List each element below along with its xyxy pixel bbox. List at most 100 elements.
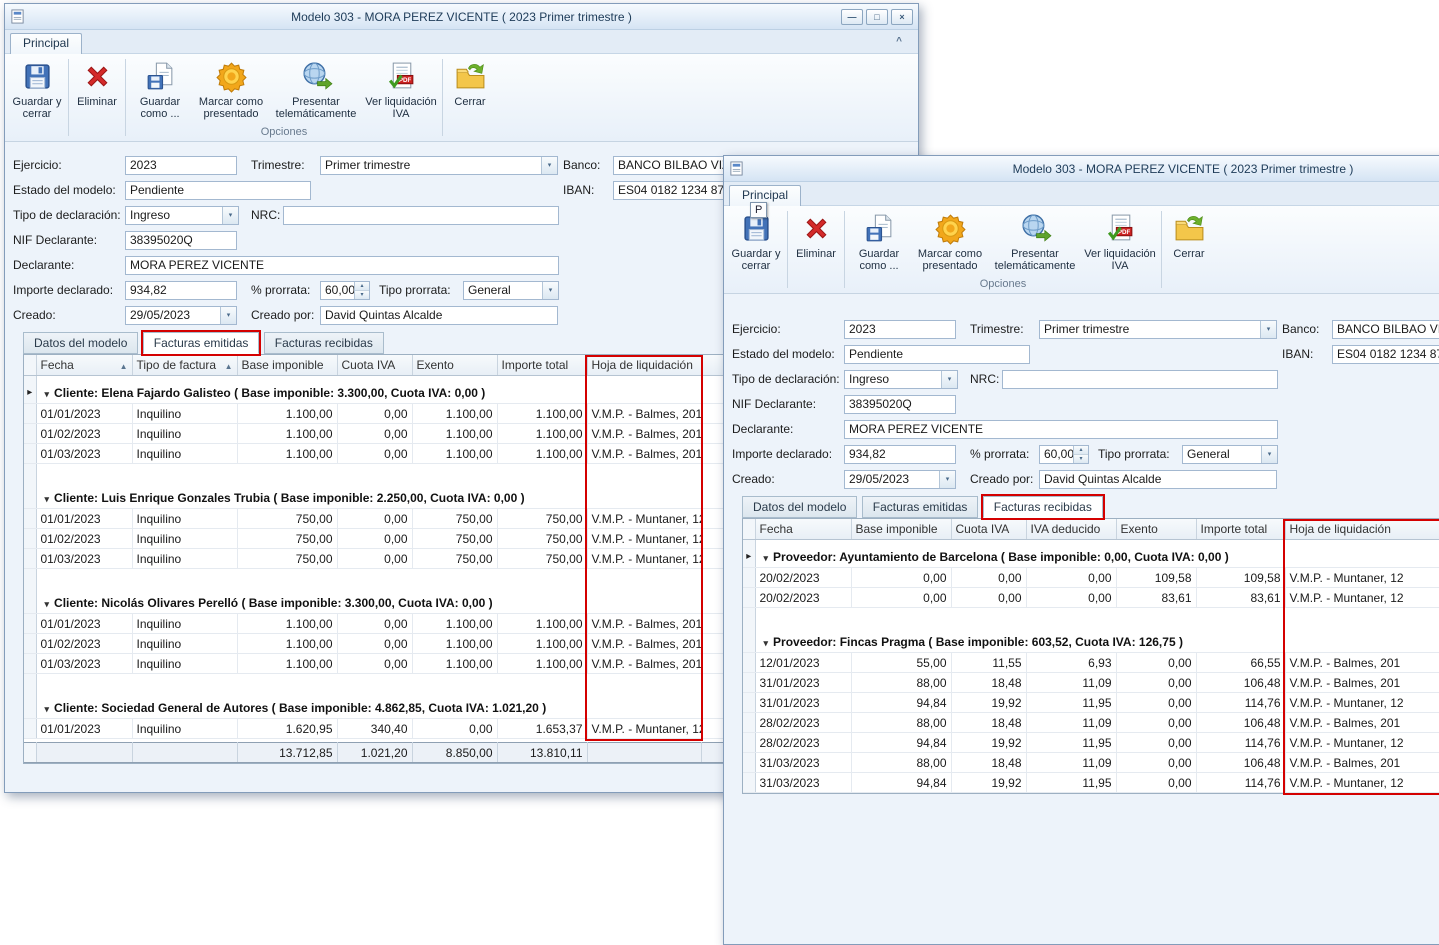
column-header-fecha[interactable]: Fecha▲ bbox=[36, 355, 132, 375]
grid-cell[interactable]: 1.100,00 bbox=[237, 654, 337, 674]
grid-cell[interactable]: Inquilino bbox=[132, 634, 237, 654]
grid-cell[interactable]: 1.100,00 bbox=[237, 424, 337, 444]
grid-cell[interactable]: 11,09 bbox=[1026, 673, 1116, 693]
spin-down-icon[interactable]: ▾ bbox=[1074, 455, 1088, 463]
titlebar[interactable]: Modelo 303 - MORA PEREZ VICENTE ( 2023 P… bbox=[5, 4, 918, 30]
dropdown-arrow-icon[interactable]: ▾ bbox=[220, 307, 236, 324]
grid-cell[interactable]: 0,00 bbox=[1116, 753, 1196, 773]
cerrar-button[interactable]: Cerrar bbox=[1164, 208, 1214, 276]
invoice-row[interactable]: 31/01/202388,0018,4811,090,00106,48V.M.P… bbox=[743, 673, 1439, 693]
nif-declarante-field[interactable]: 38395020Q bbox=[125, 231, 237, 250]
dropdown-arrow-icon[interactable]: ▾ bbox=[541, 157, 557, 174]
column-header-base-imponible[interactable]: Base imponible bbox=[851, 519, 951, 539]
grid-cell[interactable]: V.M.P. - Balmes, 201 bbox=[1285, 673, 1439, 693]
grid-cell[interactable]: V.M.P. - Muntaner, 12 bbox=[587, 719, 701, 739]
grid-cell[interactable]: 31/03/2023 bbox=[755, 773, 851, 793]
grid-cell[interactable]: Inquilino bbox=[132, 424, 237, 444]
grid-cell[interactable]: 0,00 bbox=[337, 529, 412, 549]
grid-cell[interactable]: 1.100,00 bbox=[412, 614, 497, 634]
grid-cell[interactable]: 0,00 bbox=[337, 634, 412, 654]
guardar-como-button[interactable]: Guardar como ... bbox=[847, 208, 911, 276]
grid-cell[interactable]: 28/02/2023 bbox=[755, 713, 851, 733]
grid-cell[interactable]: 0,00 bbox=[951, 568, 1026, 588]
prorrata-spinner[interactable]: 60,00▴▾ bbox=[1039, 445, 1089, 464]
ribbon-collapse-icon[interactable]: ^ bbox=[892, 36, 906, 47]
group-header[interactable]: ▾Proveedor: Ayuntamiento de Barcelona ( … bbox=[755, 547, 1439, 568]
grid-cell[interactable]: 20/02/2023 bbox=[755, 568, 851, 588]
grid-cell[interactable]: 0,00 bbox=[337, 654, 412, 674]
column-header-hoja-de-liquidación[interactable]: Hoja de liquidación bbox=[1285, 519, 1439, 539]
column-header-tipo-de-factura[interactable]: Tipo de factura▲ bbox=[132, 355, 237, 375]
grid-cell[interactable]: 1.620,95 bbox=[237, 719, 337, 739]
dropdown-arrow-icon[interactable]: ▾ bbox=[542, 282, 558, 299]
grid-cell[interactable]: Inquilino bbox=[132, 444, 237, 464]
grid-cell[interactable]: 28/02/2023 bbox=[755, 733, 851, 753]
column-header-importe-total[interactable]: Importe total bbox=[497, 355, 587, 375]
column-header-exento[interactable]: Exento bbox=[1116, 519, 1196, 539]
grid-cell[interactable]: 750,00 bbox=[497, 529, 587, 549]
grid-cell[interactable]: 0,00 bbox=[1116, 673, 1196, 693]
grid-cell[interactable]: 1.653,37 bbox=[497, 719, 587, 739]
grid-cell[interactable]: 1.100,00 bbox=[412, 634, 497, 654]
group-row[interactable]: ▾Proveedor: Fincas Pragma ( Base imponib… bbox=[743, 633, 1439, 653]
grid-cell[interactable]: 0,00 bbox=[412, 719, 497, 739]
grid-cell[interactable]: 19,92 bbox=[951, 693, 1026, 713]
ver-liquidacion-iva-button[interactable]: Ver liquidación IVA bbox=[362, 56, 440, 124]
dropdown-arrow-icon[interactable]: ▾ bbox=[1260, 321, 1276, 338]
group-row[interactable]: ▸▾Proveedor: Ayuntamiento de Barcelona (… bbox=[743, 547, 1439, 568]
invoice-row[interactable]: 31/01/202394,8419,9211,950,00114,76V.M.P… bbox=[743, 693, 1439, 713]
eliminar-button[interactable]: Eliminar bbox=[790, 208, 842, 276]
grid-cell[interactable]: 109,58 bbox=[1196, 568, 1285, 588]
grid-cell[interactable]: 1.100,00 bbox=[237, 634, 337, 654]
declarante-field[interactable]: MORA PEREZ VICENTE bbox=[125, 256, 559, 275]
importe-declarado-field[interactable]: 934,82 bbox=[125, 281, 237, 300]
grid-cell[interactable]: 0,00 bbox=[337, 509, 412, 529]
grid-cell[interactable]: V.M.P. - Balmes, 201 bbox=[587, 404, 701, 424]
tab-datos-del-modelo[interactable]: Datos del modelo bbox=[742, 496, 857, 518]
grid-cell[interactable]: V.M.P. - Balmes, 201 bbox=[587, 614, 701, 634]
grid-cell[interactable]: V.M.P. - Muntaner, 12 bbox=[587, 529, 701, 549]
grid-cell[interactable]: V.M.P. - Balmes, 201 bbox=[1285, 713, 1439, 733]
column-header-exento[interactable]: Exento bbox=[412, 355, 497, 375]
grid-cell[interactable]: 1.100,00 bbox=[497, 444, 587, 464]
grid-cell[interactable]: 0,00 bbox=[1116, 713, 1196, 733]
invoice-row[interactable]: 20/02/20230,000,000,00109,58109,58V.M.P.… bbox=[743, 568, 1439, 588]
grid-cell[interactable]: 750,00 bbox=[412, 529, 497, 549]
spin-up-icon[interactable]: ▴ bbox=[1074, 446, 1088, 455]
declarante-field[interactable]: MORA PEREZ VICENTE bbox=[844, 420, 1278, 439]
grid-cell[interactable]: 1.100,00 bbox=[412, 654, 497, 674]
nif-declarante-field[interactable]: 38395020Q bbox=[844, 395, 956, 414]
guardar-como-button[interactable]: Guardar como ... bbox=[128, 56, 192, 124]
grid-cell[interactable]: 750,00 bbox=[497, 509, 587, 529]
grid-cell[interactable]: 94,84 bbox=[851, 733, 951, 753]
grid-cell[interactable]: 11,55 bbox=[951, 653, 1026, 673]
grid-cell[interactable]: 1.100,00 bbox=[412, 404, 497, 424]
grid-cell[interactable]: 750,00 bbox=[412, 509, 497, 529]
grid-cell[interactable]: 114,76 bbox=[1196, 693, 1285, 713]
grid-cell[interactable]: 19,92 bbox=[951, 733, 1026, 753]
group-header[interactable]: ▾Proveedor: Fincas Pragma ( Base imponib… bbox=[755, 633, 1439, 653]
grid-cell[interactable]: 55,00 bbox=[851, 653, 951, 673]
tipo-declaracion-combo[interactable]: Ingreso▾ bbox=[125, 206, 239, 225]
importe-declarado-field[interactable]: 934,82 bbox=[844, 445, 956, 464]
grid-cell[interactable]: 750,00 bbox=[237, 509, 337, 529]
grid-cell[interactable]: 0,00 bbox=[851, 568, 951, 588]
tab-datos-del-modelo[interactable]: Datos del modelo bbox=[23, 332, 138, 354]
grid-cell[interactable]: 6,93 bbox=[1026, 653, 1116, 673]
grid-cell[interactable]: 12/01/2023 bbox=[755, 653, 851, 673]
column-header-cuota-iva[interactable]: Cuota IVA bbox=[951, 519, 1026, 539]
grid-cell[interactable]: 0,00 bbox=[337, 614, 412, 634]
tipo-declaracion-combo[interactable]: Ingreso▾ bbox=[844, 370, 958, 389]
grid-cell[interactable]: 31/01/2023 bbox=[755, 673, 851, 693]
guardar-y-cerrar-button[interactable]: Guardar y cerrar bbox=[727, 208, 785, 276]
grid-cell[interactable]: 0,00 bbox=[1116, 693, 1196, 713]
column-header-iva-deducido[interactable]: IVA deducido bbox=[1026, 519, 1116, 539]
grid-cell[interactable]: Inquilino bbox=[132, 654, 237, 674]
banco-field[interactable]: BANCO BILBAO VIZCAY bbox=[1332, 320, 1439, 339]
grid-cell[interactable]: 01/01/2023 bbox=[36, 404, 132, 424]
grid-cell[interactable]: 01/02/2023 bbox=[36, 634, 132, 654]
estado-field[interactable]: Pendiente bbox=[125, 181, 311, 200]
grid-cell[interactable]: 19,92 bbox=[951, 773, 1026, 793]
grid-cell[interactable]: V.M.P. - Balmes, 201 bbox=[587, 634, 701, 654]
grid-cell[interactable]: 11,09 bbox=[1026, 753, 1116, 773]
